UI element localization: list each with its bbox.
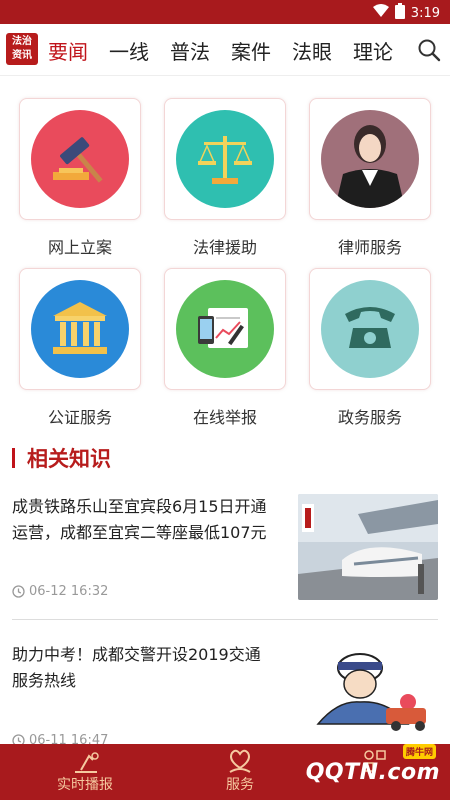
service-notary[interactable]: 公证服务 — [18, 268, 142, 428]
status-bar: 3:19 — [0, 0, 450, 24]
service-government[interactable]: 政务服务 — [308, 268, 432, 428]
tab-yixian[interactable]: 一线 — [109, 36, 149, 65]
service-card — [164, 98, 286, 220]
wifi-icon — [372, 4, 389, 22]
tab-label: 服务 — [226, 777, 254, 793]
top-nav: 法治 资讯 要闻 一线 普法 案件 法眼 理论 — [0, 24, 450, 76]
tab-yaowen[interactable]: 要闻 — [48, 36, 88, 65]
section-title: 相关知识 — [27, 447, 111, 471]
section-header: 相关知识 — [12, 444, 111, 472]
clock-icon — [12, 585, 25, 598]
phone-icon — [321, 280, 419, 378]
news-thumbnail — [298, 494, 438, 600]
news-time: 06-12 16:32 — [29, 584, 109, 599]
news-title: 成贵铁路乐山至宜宾段6月15日开通运营，成都至宜宾二等座最低107元 — [12, 497, 267, 542]
app-logo[interactable]: 法治 资讯 — [6, 33, 38, 65]
tab-live-broadcast[interactable]: 实时播报 — [10, 744, 160, 800]
heart-hand-icon — [229, 749, 251, 773]
tab-pufa[interactable]: 普法 — [170, 36, 210, 65]
tab-services[interactable]: 服务 — [165, 744, 315, 800]
service-card — [19, 268, 141, 390]
section-bar — [12, 448, 15, 468]
courthouse-icon — [31, 280, 129, 378]
battery-icon — [394, 3, 405, 23]
tab-label: 实时播报 — [57, 777, 113, 793]
service-label: 在线举报 — [192, 408, 257, 427]
gavel-icon — [31, 110, 129, 208]
news-title: 助力中考！成都交警开设2019交通服务热线 — [12, 645, 261, 690]
service-label: 公证服务 — [47, 408, 112, 427]
news-divider — [12, 619, 438, 620]
nav-tabs: 要闻 一线 普法 案件 法眼 理论 — [48, 24, 414, 75]
tab-fayan[interactable]: 法眼 — [292, 36, 332, 65]
service-label: 法律援助 — [192, 238, 257, 257]
tab-anjian[interactable]: 案件 — [231, 36, 271, 65]
service-online-filing[interactable]: 网上立案 — [18, 98, 142, 258]
watermark-text: QQTN.com — [305, 760, 440, 785]
status-icons: 3:19 — [372, 3, 440, 23]
broadcast-icon — [75, 752, 99, 773]
scales-icon — [176, 110, 274, 208]
news-item[interactable]: 助力中考！成都交警开设2019交通服务热线 06-11 16:47 — [12, 640, 438, 748]
report-icon — [176, 280, 274, 378]
service-label: 政务服务 — [337, 408, 402, 427]
service-lawyer[interactable]: 律师服务 — [308, 98, 432, 258]
news-thumbnail — [298, 642, 438, 748]
service-card — [309, 268, 431, 390]
news-meta: 06-12 16:32 — [12, 584, 108, 599]
service-card — [19, 98, 141, 220]
search-button[interactable] — [408, 24, 450, 75]
tab-lilun[interactable]: 理论 — [353, 36, 393, 65]
status-time: 3:19 — [410, 5, 440, 21]
news-item[interactable]: 成贵铁路乐山至宜宾段6月15日开通运营，成都至宜宾二等座最低107元 06-12… — [12, 494, 438, 604]
service-card — [309, 98, 431, 220]
search-icon — [418, 39, 441, 62]
service-label: 律师服务 — [337, 238, 402, 257]
service-online-report[interactable]: 在线举报 — [163, 268, 287, 428]
watermark-logo: 腾牛网 QQTN.com — [305, 744, 440, 785]
service-label: 网上立案 — [47, 238, 112, 257]
service-legal-aid[interactable]: 法律援助 — [163, 98, 287, 258]
lawyer-icon — [321, 110, 419, 208]
service-card — [164, 268, 286, 390]
watermark-badge: 腾牛网 — [402, 744, 436, 759]
